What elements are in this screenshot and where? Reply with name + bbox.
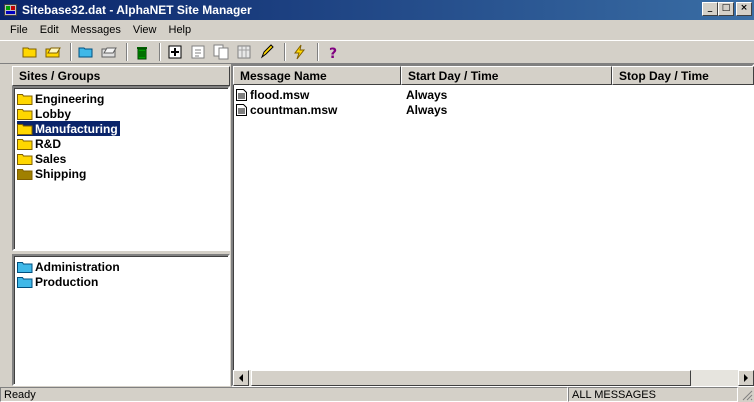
folder-icon bbox=[17, 168, 35, 180]
status-text: Ready bbox=[0, 387, 568, 402]
menu-view[interactable]: View bbox=[127, 24, 163, 36]
message-icon[interactable] bbox=[188, 42, 208, 62]
edit-pencil-icon[interactable] bbox=[257, 42, 277, 62]
group-item[interactable]: Production bbox=[17, 274, 122, 289]
message-rows: flood.msw Always countman.msw Always bbox=[236, 87, 606, 117]
document-icon bbox=[236, 88, 247, 101]
schedule-icon[interactable] bbox=[234, 42, 254, 62]
site-label: Lobby bbox=[35, 106, 71, 121]
toolbar-separator bbox=[159, 43, 161, 61]
folder-icon bbox=[17, 153, 35, 165]
message-name: countman.msw bbox=[250, 102, 338, 117]
site-label: Sales bbox=[35, 151, 67, 166]
group-label: Production bbox=[35, 274, 99, 289]
folder-icon bbox=[17, 138, 35, 150]
folder-add-icon[interactable] bbox=[99, 42, 119, 62]
sites-tree[interactable]: Engineering Lobby Manufacturing R&D Sales Shi… bbox=[12, 86, 230, 251]
site-label: Engineering bbox=[35, 91, 105, 106]
open-folder-icon bbox=[17, 123, 35, 135]
column-message-name[interactable]: Message Name bbox=[233, 66, 401, 85]
menu-messages[interactable]: Messages bbox=[65, 24, 127, 36]
site-label: R&D bbox=[35, 136, 61, 151]
group-folder-icon bbox=[17, 276, 35, 288]
folder-icon[interactable] bbox=[76, 42, 96, 62]
toolbar-separator bbox=[284, 43, 286, 61]
copy-icon[interactable] bbox=[211, 42, 231, 62]
site-label: Manufacturing bbox=[35, 121, 118, 136]
group-label: Administration bbox=[35, 259, 120, 274]
site-label: Shipping bbox=[35, 166, 87, 181]
status-bar: Ready ALL MESSAGES bbox=[0, 387, 754, 402]
message-start: Always bbox=[406, 102, 448, 117]
minimize-button[interactable]: _ bbox=[702, 2, 718, 16]
resize-grip-icon[interactable] bbox=[738, 387, 754, 402]
scroll-thumb[interactable] bbox=[251, 370, 691, 386]
toolbar-separator bbox=[70, 43, 72, 61]
folder-icon bbox=[17, 93, 35, 105]
status-filter: ALL MESSAGES bbox=[568, 387, 738, 402]
group-item[interactable]: Administration bbox=[17, 259, 122, 274]
horizontal-scrollbar[interactable] bbox=[233, 370, 754, 386]
trash-icon[interactable] bbox=[132, 42, 152, 62]
app-icon bbox=[4, 3, 18, 17]
site-item[interactable]: Sales bbox=[17, 151, 120, 166]
svg-text:?: ? bbox=[329, 46, 337, 60]
lightning-icon[interactable] bbox=[290, 42, 310, 62]
document-icon bbox=[236, 103, 247, 116]
message-list-header: Message Name Start Day / Time Stop Day /… bbox=[233, 66, 754, 85]
site-item[interactable]: Shipping bbox=[17, 166, 120, 181]
window-title: Sitebase32.dat - AlphaNET Site Manager bbox=[22, 3, 252, 17]
site-item[interactable]: Engineering bbox=[17, 91, 120, 106]
message-start: Always bbox=[406, 87, 448, 102]
open-file-icon[interactable] bbox=[43, 42, 63, 62]
help-icon[interactable]: ? bbox=[323, 42, 343, 62]
toolbar-separator bbox=[317, 43, 319, 61]
message-name: flood.msw bbox=[250, 87, 310, 102]
column-stop-day-time[interactable]: Stop Day / Time bbox=[612, 66, 754, 85]
toolbar: ? bbox=[0, 40, 754, 64]
scroll-left-button[interactable] bbox=[233, 370, 249, 386]
toolbar-separator bbox=[126, 43, 128, 61]
maximize-button[interactable]: □ bbox=[718, 2, 734, 16]
close-button[interactable]: × bbox=[736, 2, 752, 16]
site-item[interactable]: Manufacturing bbox=[17, 121, 120, 136]
table-row[interactable]: flood.msw Always bbox=[236, 87, 606, 102]
new-message-icon[interactable] bbox=[165, 42, 185, 62]
table-row[interactable]: countman.msw Always bbox=[236, 102, 606, 117]
group-folder-icon bbox=[17, 261, 35, 273]
menu-file[interactable]: File bbox=[4, 24, 34, 36]
title-bar: Sitebase32.dat - AlphaNET Site Manager _… bbox=[0, 0, 754, 20]
groups-tree[interactable]: Administration Production bbox=[12, 254, 230, 386]
column-start-day-time[interactable]: Start Day / Time bbox=[401, 66, 612, 85]
site-item[interactable]: Lobby bbox=[17, 106, 120, 121]
sites-groups-header[interactable]: Sites / Groups bbox=[12, 66, 230, 86]
menu-help[interactable]: Help bbox=[163, 24, 198, 36]
scroll-right-button[interactable] bbox=[738, 370, 754, 386]
open-folder-icon[interactable] bbox=[20, 42, 40, 62]
folder-icon bbox=[17, 108, 35, 120]
menu-bar: File Edit Messages View Help bbox=[0, 20, 754, 40]
menu-edit[interactable]: Edit bbox=[34, 24, 65, 36]
site-item[interactable]: R&D bbox=[17, 136, 120, 151]
